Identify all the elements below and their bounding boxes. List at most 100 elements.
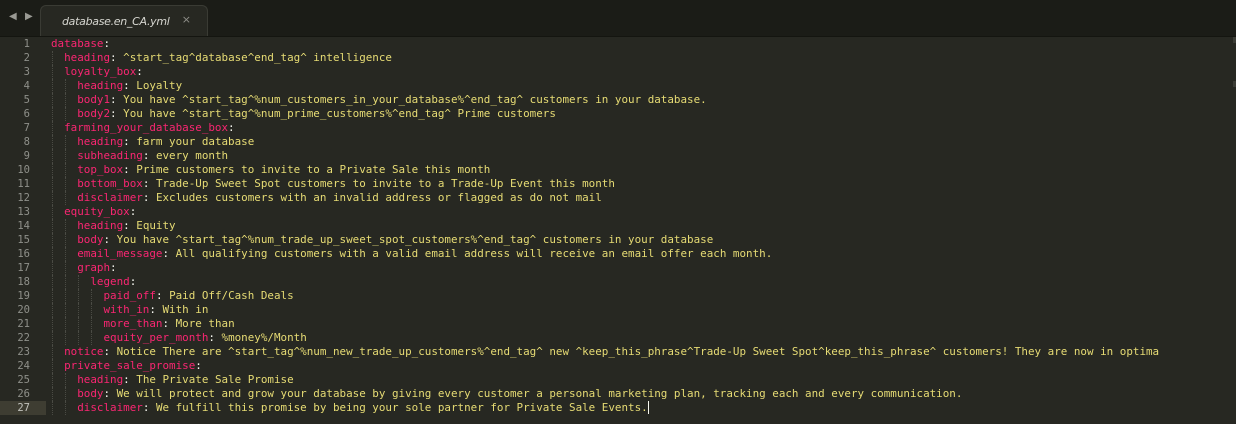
yaml-colon: : [228, 121, 235, 134]
line-number-gutter: 1 2 3 4 5 6 7 8 9 10 11 12 13 14 15 16 17 18 19 20 21 22 23 24 2… [0, 37, 46, 424]
yaml-key: top_box [77, 163, 124, 176]
indent-guide [65, 191, 67, 205]
yaml-key: heading [77, 219, 124, 232]
code-line[interactable]: disclaimer: We fulfill this promise by b… [51, 401, 647, 415]
indent-guide [65, 373, 67, 387]
code-line[interactable]: heading: Equity [51, 219, 175, 233]
tab-forward-icon[interactable]: ▶ [25, 11, 33, 22]
line-number: 27 [17, 402, 30, 414]
yaml-value: You have ^start_tag^%num_customers_in_yo… [123, 93, 707, 106]
yaml-value: Loyalty [136, 79, 183, 92]
code-line[interactable]: bottom_box: Trade-Up Sweet Spot customer… [51, 177, 615, 191]
close-icon[interactable]: × [182, 13, 191, 26]
code-area[interactable]: database: heading: ^start_tag^database^e… [51, 37, 1236, 424]
line-number: 1 [23, 38, 30, 50]
code-line[interactable]: graph: [51, 261, 116, 275]
yaml-key: disclaimer [77, 401, 143, 414]
code-line[interactable]: heading: Loyalty [51, 79, 182, 93]
yaml-key: body [77, 387, 104, 400]
indent-guide [78, 317, 80, 331]
tab-back-icon[interactable]: ◀ [9, 11, 17, 22]
yaml-key: private_sale_promise [64, 359, 196, 372]
code-line[interactable]: database: [51, 37, 110, 51]
yaml-key: subheading [77, 149, 143, 162]
code-line[interactable]: legend: [51, 275, 136, 289]
yaml-value: every month [155, 149, 229, 162]
code-line[interactable]: body1: You have ^start_tag^%num_customer… [51, 93, 707, 107]
line-number: 8 [23, 136, 30, 148]
code-line[interactable]: body: You have ^start_tag^%num_trade_up_… [51, 233, 713, 247]
code-line[interactable]: equity_per_month: %money%/Month [51, 331, 306, 345]
yaml-key: body2 [77, 107, 111, 120]
indent-guide [52, 359, 53, 373]
yaml-value: More than [175, 317, 235, 330]
line-number: 10 [17, 164, 30, 176]
line-number: 17 [17, 262, 30, 274]
indent-guide [65, 387, 67, 401]
yaml-value: You have ^start_tag^%num_prime_customers… [123, 107, 556, 120]
yaml-colon: : [103, 37, 111, 50]
yaml-key: bottom_box [77, 177, 143, 190]
indent-guide [65, 219, 67, 233]
indent-guide [65, 79, 67, 93]
line-number: 12 [17, 192, 30, 204]
code-editor[interactable]: 1 2 3 4 5 6 7 8 9 10 11 12 13 14 15 16 17 18 19 20 21 22 23 24 2… [0, 37, 1236, 424]
indent-guide [78, 303, 80, 317]
indent-guide [52, 163, 53, 177]
code-line[interactable]: paid_off: Paid Off/Cash Deals [51, 289, 293, 303]
code-line[interactable]: with_in: With in [51, 303, 208, 317]
line-number: 21 [17, 318, 30, 330]
indent-guide [52, 65, 53, 79]
line-number: 22 [17, 332, 30, 344]
yaml-key: legend [90, 275, 130, 288]
indent-guide [78, 275, 80, 289]
line-number: 24 [17, 360, 30, 372]
code-line[interactable]: equity_box: [51, 205, 136, 219]
code-line[interactable]: private_sale_promise: [51, 359, 202, 373]
code-line[interactable]: subheading: every month [51, 149, 228, 163]
tab-strip: ◀ ▶ database.en_CA.yml × [0, 0, 1236, 37]
code-line[interactable]: heading: ^start_tag^database^end_tag^ in… [51, 51, 392, 65]
code-line[interactable]: email_message: All qualifying customers … [51, 247, 772, 261]
file-tab[interactable]: database.en_CA.yml × [40, 5, 208, 36]
code-line[interactable]: heading: farm your database [51, 135, 254, 149]
indent-guide [52, 303, 53, 317]
code-line[interactable]: notice: Notice There are ^start_tag^%num… [51, 345, 1159, 359]
code-line[interactable]: body: We will protect and grow your data… [51, 387, 962, 401]
code-line[interactable]: farming_your_database_box: [51, 121, 235, 135]
code-line[interactable]: loyalty_box: [51, 65, 143, 79]
indent-guide [91, 331, 93, 345]
yaml-value: ^start_tag^database^end_tag^ intelligenc… [123, 51, 392, 64]
indent-guide [52, 93, 53, 107]
yaml-key: farming_your_database_box [64, 121, 229, 134]
indent-guide [78, 331, 80, 345]
indent-guide [65, 317, 67, 331]
yaml-key: notice [64, 345, 104, 358]
indent-guide [65, 135, 67, 149]
line-number: 26 [17, 388, 30, 400]
yaml-colon: : [195, 359, 202, 372]
code-line[interactable]: heading: The Private Sale Promise [51, 373, 293, 387]
yaml-value: Trade-Up Sweet Spot customers to invite … [155, 177, 615, 190]
code-line[interactable]: disclaimer: Excludes customers with an i… [51, 191, 602, 205]
line-number: 15 [17, 234, 30, 246]
code-line[interactable]: body2: You have ^start_tag^%num_prime_cu… [51, 107, 556, 121]
code-line[interactable]: top_box: Prime customers to invite to a … [51, 163, 490, 177]
indent-guide [65, 163, 67, 177]
yaml-colon: : [129, 205, 137, 218]
line-number: 7 [23, 122, 30, 134]
line-number: 19 [17, 290, 30, 302]
yaml-key: with_in [103, 303, 150, 316]
yaml-colon: : [136, 65, 143, 78]
